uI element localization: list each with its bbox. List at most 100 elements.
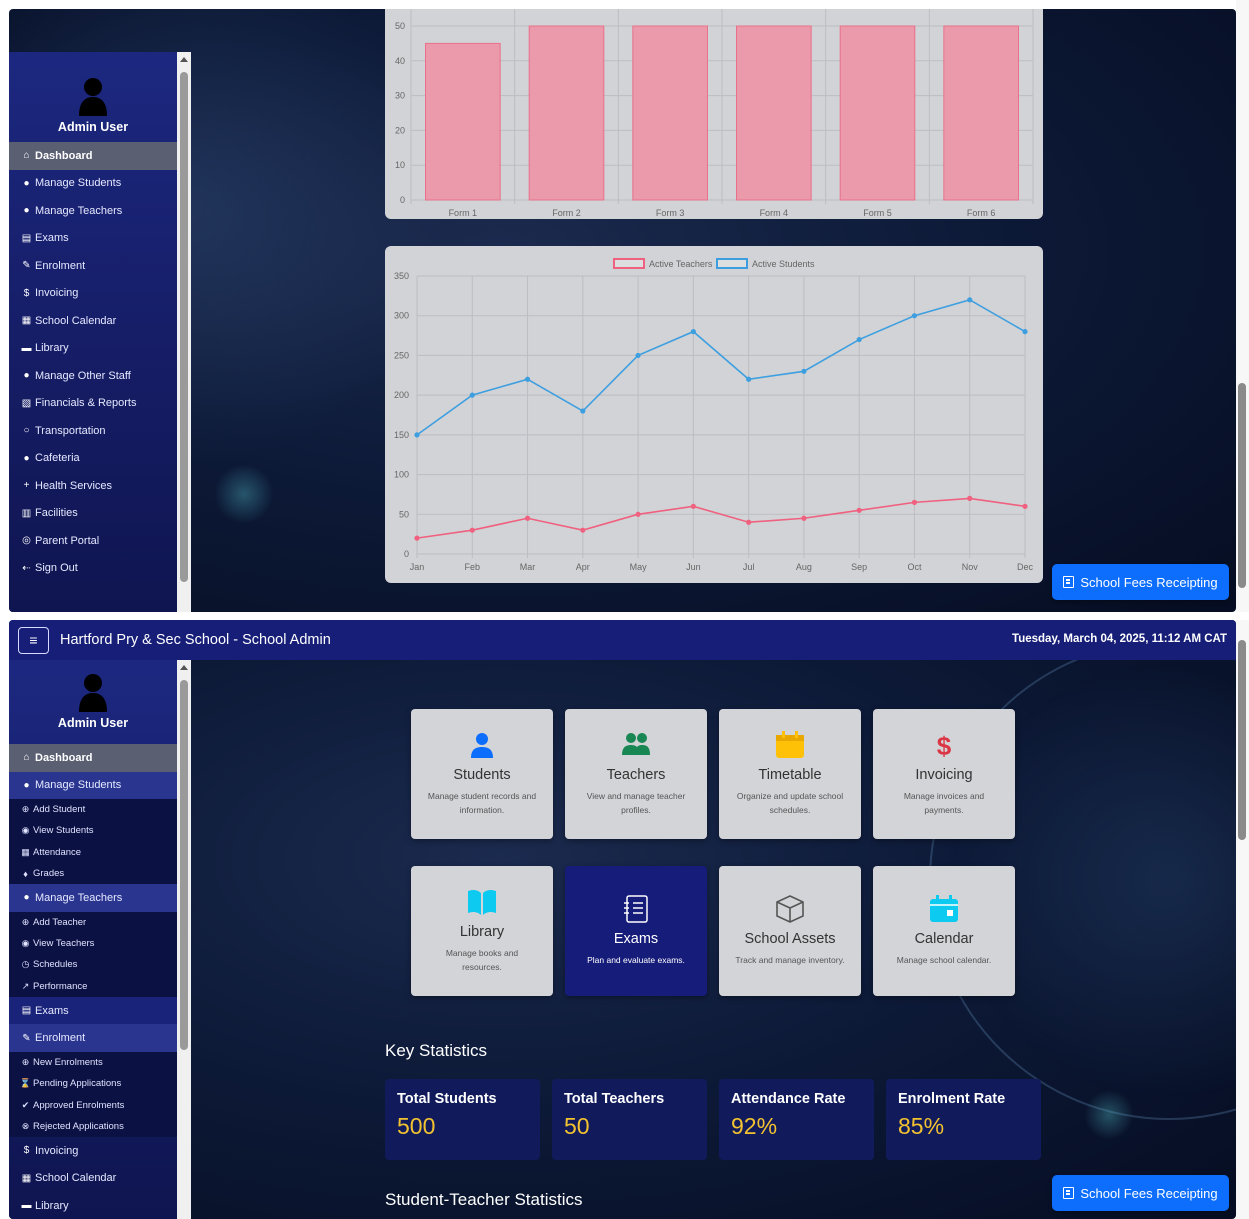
sidebar-subitem-approved-enrolments[interactable]: ✔ Approved Enrolments (9, 1094, 177, 1115)
tile-calendar[interactable]: Calendar Manage school calendar. (873, 866, 1015, 996)
dashboard-home-view: ≡ Hartford Pry & Sec School - School Adm… (9, 620, 1236, 1219)
sidebar-item-parent-portal[interactable]: ◎ Parent Portal (9, 527, 177, 555)
current-datetime: Tuesday, March 04, 2025, 11:12 AM CAT (1012, 633, 1227, 645)
sidebar-scrollbar[interactable] (177, 660, 191, 1219)
sidebar-item-dashboard[interactable]: ⌂ Dashboard (9, 142, 177, 170)
tile-invoicing[interactable]: $ Invoicing Manage invoices and payments. (873, 709, 1015, 839)
x-tick-label: Oct (907, 562, 922, 572)
sidebar-item-exams[interactable]: ▤ Exams (9, 996, 177, 1025)
data-point (469, 392, 475, 398)
sidebar-subitem-rejected-applications[interactable]: ⊗ Rejected Applications (9, 1116, 177, 1137)
sidebar-subitem-attendance[interactable]: ▦ Attendance (9, 842, 177, 863)
scroll-thumb[interactable] (180, 72, 188, 582)
x-tick-label: Form 4 (760, 208, 789, 218)
sidebar-item-dashboard[interactable]: ⌂ Dashboard (9, 744, 177, 772)
sidebar-item-exams[interactable]: ▤ Exams (9, 225, 177, 253)
x-tick-label: Mar (520, 562, 536, 572)
data-point (911, 499, 918, 505)
school-fees-receipting-button[interactable]: School Fees Receipting (1052, 1175, 1229, 1211)
sidebar-scrollbar[interactable] (177, 52, 191, 612)
sidebar-item-library[interactable]: ▬ Library (9, 335, 177, 363)
sidebar-item-manage-other-staff[interactable]: ● Manage Other Staff (9, 362, 177, 390)
tile-exams[interactable]: Exams Plan and evaluate exams. (565, 866, 707, 996)
sidebar-subitem-new-enrolments[interactable]: ⊕ New Enrolments (9, 1052, 177, 1073)
page-scrollbar[interactable] (1236, 0, 1249, 612)
series-line (416, 298, 1026, 436)
sidebar-subitem-schedules[interactable]: ◷ Schedules (9, 954, 177, 975)
data-point (746, 376, 752, 382)
sidebar-item-health-services[interactable]: + Health Services (9, 472, 177, 500)
y-tick-label: 20 (395, 125, 405, 135)
sidebar-item-school-calendar[interactable]: ▦ School Calendar (9, 1165, 177, 1193)
tile-title: Timetable (758, 767, 822, 783)
edit-icon: ✎ (22, 260, 31, 272)
school-fees-receipting-button[interactable]: School Fees Receipting (1052, 564, 1229, 600)
y-tick-label: 0 (400, 195, 405, 205)
page-scroll-thumb[interactable] (1238, 640, 1246, 840)
x-tick-label: Sep (851, 562, 867, 572)
tile-teachers[interactable]: Teachers View and manage teacher profiles… (565, 709, 707, 839)
y-tick-label: 150 (394, 430, 409, 440)
sidebar-subitem-view-students[interactable]: ◉ View Students (9, 820, 177, 841)
scroll-thumb[interactable] (180, 680, 188, 1050)
award-icon: ♦ (23, 868, 28, 879)
svg-text:$: $ (937, 731, 952, 759)
scroll-up-arrow-icon[interactable] (180, 57, 188, 62)
sidebar-item-manage-students[interactable]: ● Manage Students (9, 170, 177, 198)
scroll-up-arrow-icon[interactable] (180, 665, 188, 670)
y-tick-label: 250 (394, 350, 409, 360)
x-tick-label: May (630, 562, 648, 572)
money-report-icon: ▧ (21, 397, 32, 409)
tile-description: Manage invoices and payments. (903, 791, 985, 815)
tile-school-assets[interactable]: School Assets Track and manage inventory. (719, 866, 861, 996)
sidebar-item-manage-teachers[interactable]: ● Manage Teachers (9, 884, 177, 912)
data-point (635, 511, 641, 517)
page-scroll-thumb[interactable] (1238, 383, 1246, 588)
sidebar-item-sign-out[interactable]: ⇠ Sign Out (9, 555, 177, 583)
y-tick-label: 0 (404, 549, 409, 559)
x-circle-icon: ⊗ (21, 1120, 30, 1131)
sidebar-item-library[interactable]: ▬ Library (9, 1192, 177, 1219)
sidebar-item-manage-teachers[interactable]: ● Manage Teachers (9, 197, 177, 225)
clipboard-icon: ▤ (21, 1005, 32, 1017)
sidebar-item-facilities[interactable]: ▥ Facilities (9, 500, 177, 528)
page-scrollbar[interactable] (1236, 620, 1249, 1219)
sidebar-subitem-grades[interactable]: ♦ Grades (9, 863, 177, 884)
sidebar-subitem-add-student[interactable]: ⊕ Add Student (9, 799, 177, 820)
sidebar-item-transportation[interactable]: ○ Transportation (9, 417, 177, 445)
sidebar-item-manage-students[interactable]: ● Manage Students (9, 771, 177, 799)
sidebar-item-invoicing[interactable]: $ Invoicing (9, 280, 177, 308)
app-title: Hartford Pry & Sec School - School Admin (60, 632, 331, 648)
sidebar-item-cafeteria[interactable]: ● Cafeteria (9, 445, 177, 473)
tile-description: Manage books and resources. (445, 948, 519, 972)
data-point (469, 527, 475, 533)
y-tick-label: 50 (399, 509, 409, 519)
data-point (524, 376, 531, 382)
sidebar-subitem-performance[interactable]: ↗ Performance (9, 976, 177, 997)
sidebar-item-enrolment[interactable]: ✎ Enrolment (9, 1024, 177, 1052)
sidebar-item-invoicing[interactable]: $ Invoicing (9, 1137, 177, 1165)
x-tick-label: Form 5 (863, 208, 892, 218)
user-circle-icon: ◎ (22, 535, 31, 547)
receipt-icon (1063, 576, 1075, 588)
tile-students[interactable]: Students Manage student records and infor… (411, 709, 553, 839)
hamburger-icon[interactable]: ≡ (18, 626, 49, 654)
sidebar-item-enrolment[interactable]: ✎ Enrolment (9, 252, 177, 280)
fees-button-label: School Fees Receipting (1080, 1185, 1218, 1201)
cafeteria-icon: ● (23, 452, 30, 464)
sidebar-item-school-calendar[interactable]: ▦ School Calendar (9, 307, 177, 335)
data-point (524, 515, 531, 521)
stat-total-students: Total Students 500 (385, 1079, 540, 1160)
data-point (414, 432, 420, 438)
sidebar-subitem-view-teachers[interactable]: ◉ View Teachers (9, 933, 177, 954)
dashboard-charts-view: Admin User ⌂ Dashboard ● Manage Students ● Ma… (9, 9, 1236, 612)
book-icon: ▬ (21, 342, 32, 354)
tile-description: Organize and update school schedules. (736, 791, 844, 815)
sidebar-subitem-pending-applications[interactable]: ⌛ Pending Applications (9, 1073, 177, 1094)
sidebar-subitem-add-teacher[interactable]: ⊕ Add Teacher (9, 912, 177, 933)
fees-button-label: School Fees Receipting (1080, 574, 1218, 590)
tile-timetable[interactable]: Timetable Organize and update school sche… (719, 709, 861, 839)
tile-library[interactable]: Library Manage books and resources. (411, 866, 553, 996)
sidebar-item-financials-reports[interactable]: ▧ Financials & Reports (9, 390, 177, 418)
sidebar-menu: ⌂ Dashboard ● Manage Students ⊕ Add Student… (9, 744, 177, 1219)
